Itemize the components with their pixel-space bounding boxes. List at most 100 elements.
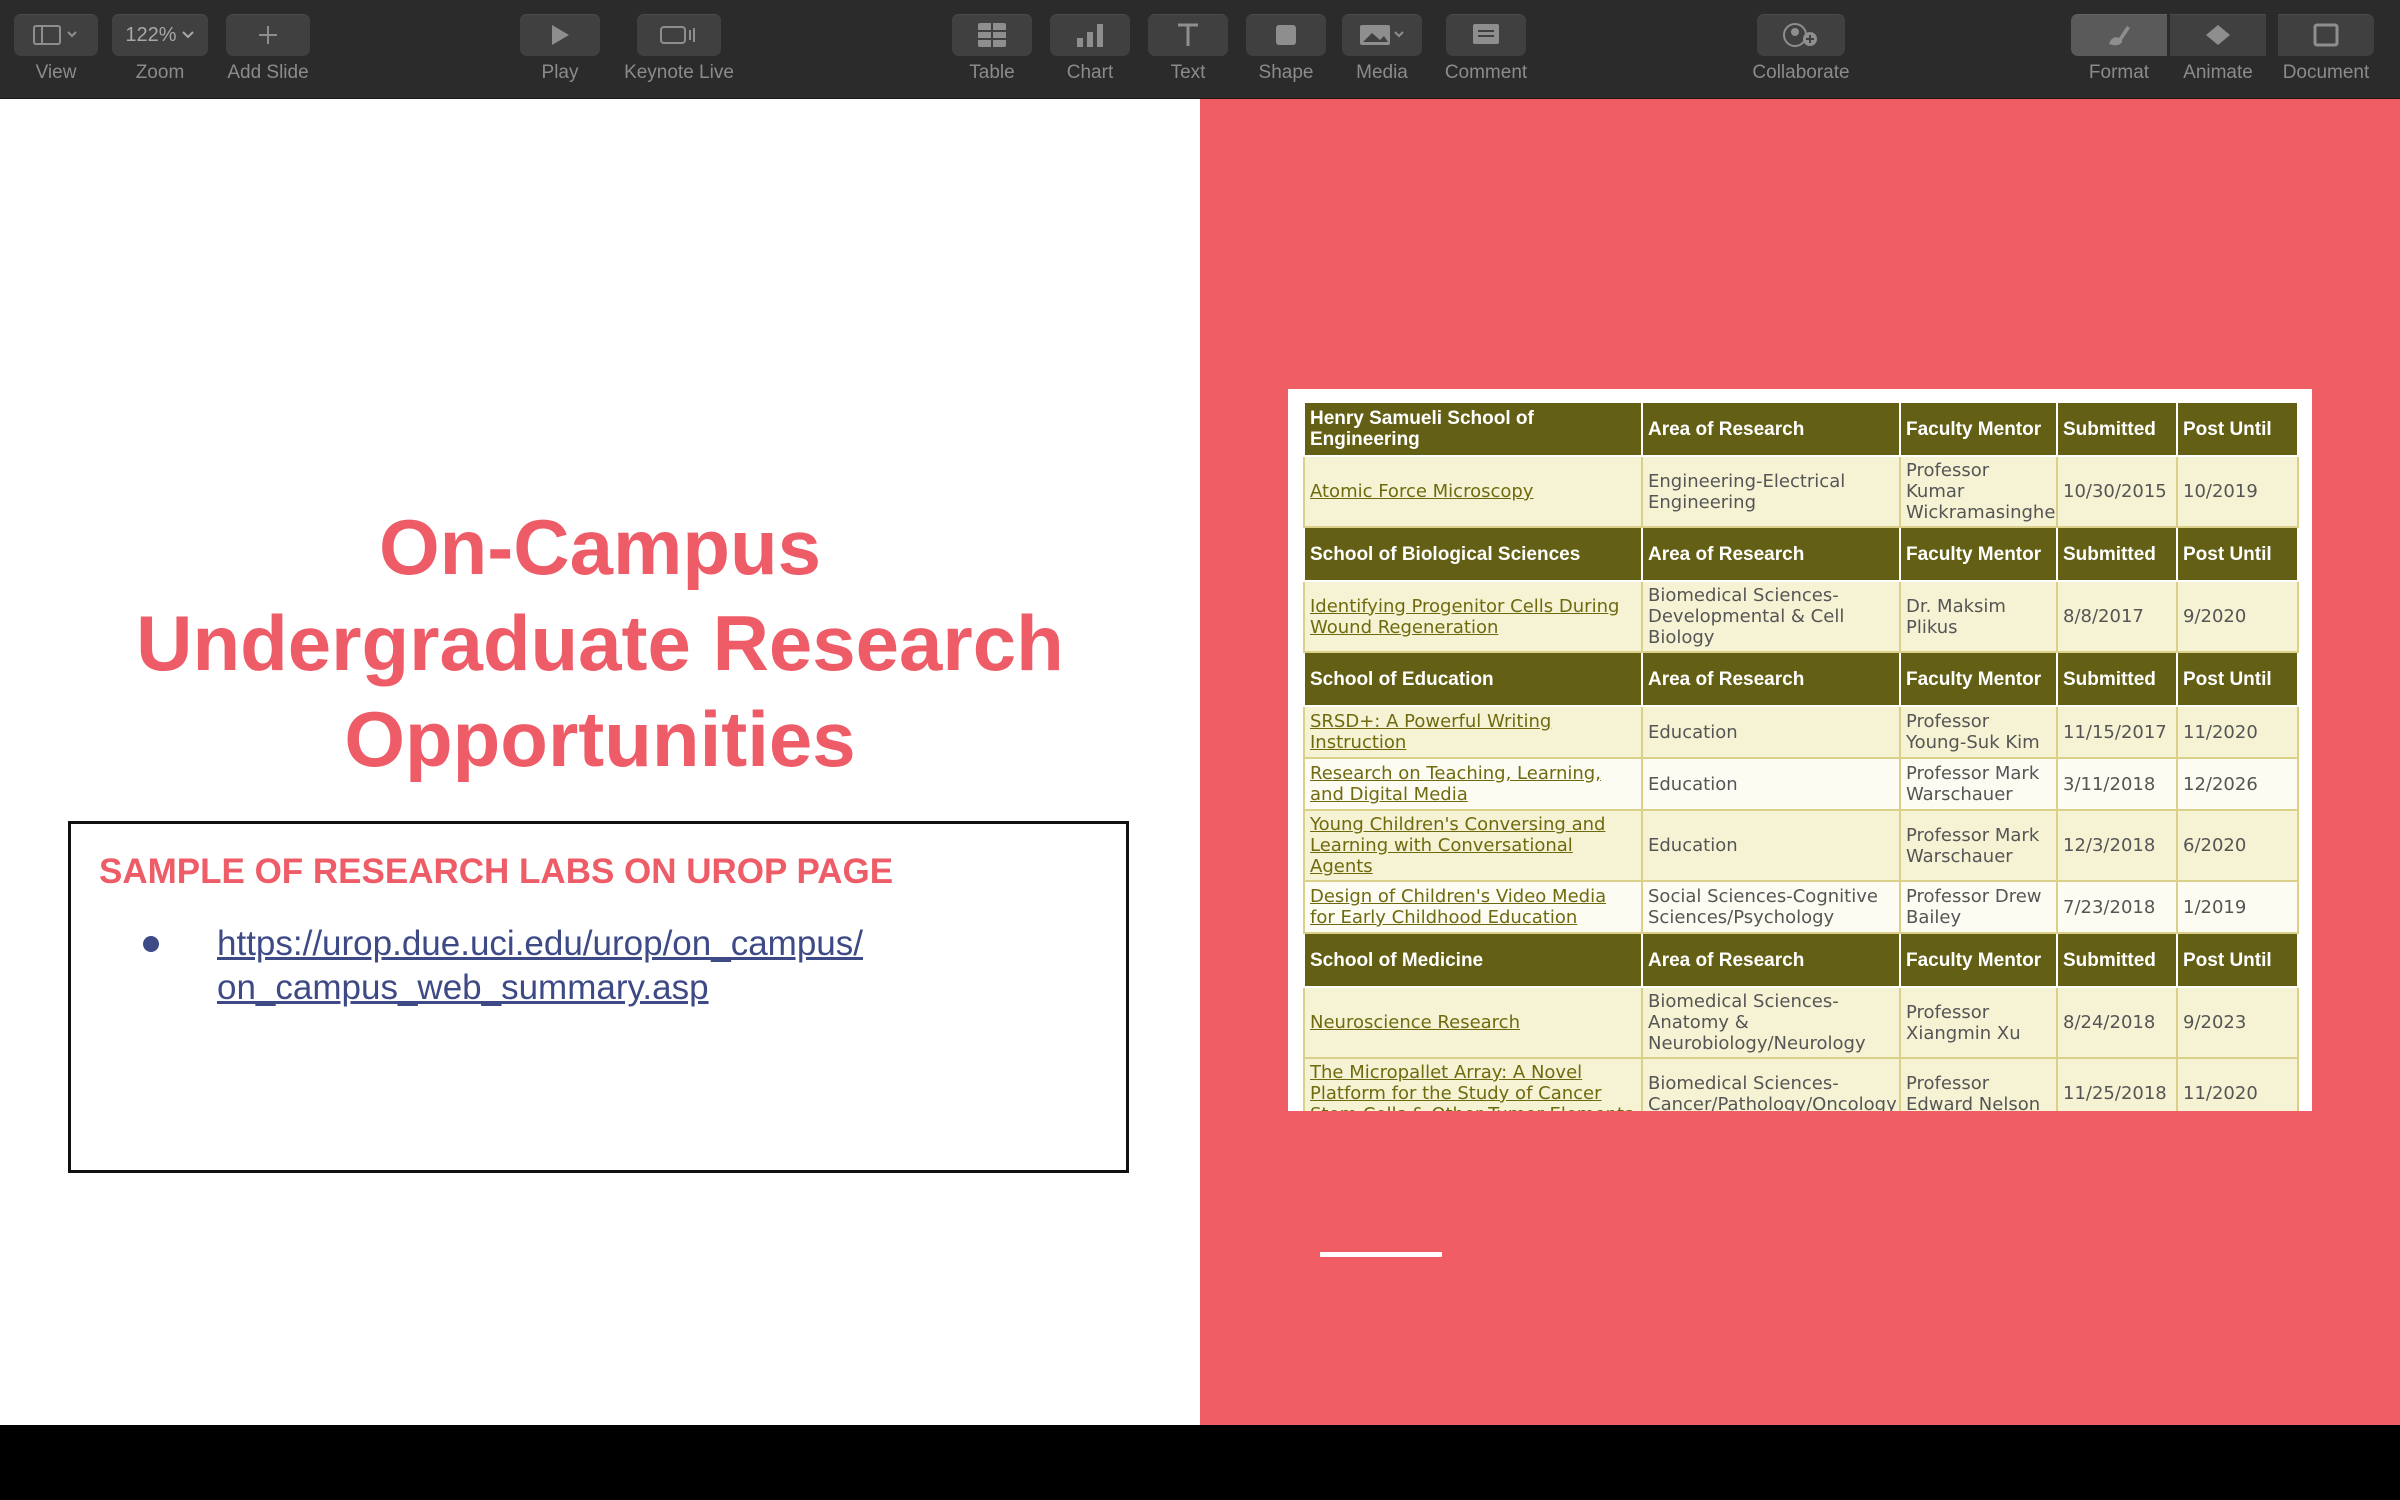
table-row: Research on Teaching, Learning, and Digi…: [1303, 757, 2299, 811]
column-header: Faculty Mentor: [1899, 526, 2058, 582]
chart-button[interactable]: Chart: [1050, 14, 1130, 84]
play-icon: [552, 25, 569, 45]
plus-icon: [259, 26, 277, 44]
keynote-live-label: Keynote Live: [624, 62, 734, 83]
table-row: Young Children's Conversing and Learning…: [1303, 809, 2299, 882]
add-slide-button[interactable]: Add Slide: [222, 14, 314, 84]
slide-title[interactable]: On-Campus Undergraduate Research Opportu…: [60, 499, 1140, 787]
column-header: Submitted: [2056, 526, 2178, 582]
column-header: Faculty Mentor: [1899, 932, 2058, 988]
table-cell-area: Biomedical Sciences-Developmental & Cell…: [1641, 580, 1901, 653]
keynote-live-icon: [660, 26, 695, 44]
shape-icon: [1276, 25, 1296, 45]
table-cell-mentor: Professor Xiangmin Xu: [1899, 986, 2058, 1059]
table-label: Table: [969, 62, 1015, 83]
media-label: Media: [1356, 62, 1408, 83]
shape-button[interactable]: Shape: [1246, 14, 1326, 84]
text-icon: [1178, 23, 1198, 46]
table-cell-mentor: Professor Drew Bailey: [1899, 880, 2058, 934]
play-label: Play: [541, 62, 579, 83]
table-row: Neuroscience Research Biomedical Sciences…: [1303, 986, 2299, 1059]
table-cell-submitted: 7/23/2018: [2056, 880, 2178, 934]
project-link[interactable]: Young Children's Conversing and Learning…: [1303, 809, 1643, 882]
project-link[interactable]: The Micropallet Array: A Novel Platform …: [1303, 1057, 1643, 1111]
table-cell-area: Social Sciences-Cognitive Sciences/Psych…: [1641, 880, 1901, 934]
view-label: View: [35, 62, 77, 83]
table-cell-mentor: Professor Mark Warschauer: [1899, 809, 2058, 882]
document-icon: [2313, 23, 2339, 47]
column-header: Area of Research: [1641, 401, 1901, 457]
school-name: School of Biological Sciences: [1303, 526, 1643, 582]
project-link[interactable]: Research on Teaching, Learning, and Digi…: [1303, 757, 1643, 811]
add-slide-label: Add Slide: [227, 62, 309, 83]
format-label: Format: [2088, 62, 2150, 83]
format-button[interactable]: Format: [2068, 14, 2170, 84]
slide-left-panel: On-Campus Undergraduate Research Opportu…: [0, 99, 1200, 1425]
text-button[interactable]: Text: [1148, 14, 1228, 84]
table-cell-post-until: 11/2020: [2176, 705, 2299, 759]
chart-icon: [1077, 24, 1103, 47]
title-line: On-Campus: [378, 503, 822, 591]
table-cell-area: Biomedical Sciences-Cancer/Pathology/Onc…: [1641, 1057, 1901, 1111]
table-image[interactable]: Henry Samueli School of Engineering Area …: [1288, 389, 2312, 1111]
document-button[interactable]: Document: [2266, 14, 2386, 84]
table-cell-post-until: 12/2026: [2176, 757, 2299, 811]
table-cell-area: Education: [1641, 705, 1901, 759]
column-header: Faculty Mentor: [1899, 651, 2058, 707]
shape-label: Shape: [1258, 62, 1314, 83]
column-header: Area of Research: [1641, 932, 1901, 988]
column-header: Area of Research: [1641, 526, 1901, 582]
bottom-bar: [0, 1425, 2400, 1500]
link-line: https://urop.due.uci.edu/urop/on_campus/: [217, 924, 863, 963]
animate-icon: [2206, 25, 2230, 45]
urop-table: Henry Samueli School of Engineering Area …: [1303, 401, 2299, 1111]
sidebar-view-icon: [33, 25, 77, 45]
content-text-box[interactable]: SAMPLE OF RESEARCH LABS ON UROP PAGE htt…: [68, 821, 1129, 1173]
column-header: Post Until: [2176, 932, 2299, 988]
play-button[interactable]: Play: [520, 14, 600, 84]
chart-label: Chart: [1066, 62, 1114, 83]
collaborate-label: Collaborate: [1752, 62, 1850, 83]
project-link[interactable]: Design of Children's Video Media for Ear…: [1303, 880, 1643, 934]
table-cell-post-until: 10/2019: [2176, 455, 2299, 528]
table-cell-area: Education: [1641, 809, 1901, 882]
table-cell-post-until: 9/2023: [2176, 986, 2299, 1059]
zoom-control[interactable]: 122% Zoom: [112, 14, 208, 84]
zoom-label: Zoom: [135, 62, 185, 83]
column-header: Post Until: [2176, 651, 2299, 707]
text-label: Text: [1170, 62, 1206, 83]
collaborate-icon: [1783, 23, 1817, 47]
decorative-line: [1320, 1252, 1442, 1257]
table-cell-area: Education: [1641, 757, 1901, 811]
project-link[interactable]: Identifying Progenitor Cells During Woun…: [1303, 580, 1643, 653]
column-header: Submitted: [2056, 932, 2178, 988]
urop-link[interactable]: https://urop.due.uci.edu/urop/on_campus/…: [217, 922, 863, 1010]
table-cell-submitted: 11/25/2018: [2056, 1057, 2178, 1111]
slide-canvas[interactable]: On-Campus Undergraduate Research Opportu…: [0, 99, 2400, 1425]
media-button[interactable]: Media: [1342, 14, 1422, 84]
comment-button[interactable]: Comment: [1438, 14, 1534, 84]
animate-button[interactable]: Animate: [2170, 14, 2266, 84]
table-section-header: Henry Samueli School of Engineering Area …: [1303, 401, 2299, 457]
table-cell-area: Biomedical Sciences-Anatomy & Neurobiolo…: [1641, 986, 1901, 1059]
table-section-header: School of Education Area of Research Facul…: [1303, 651, 2299, 707]
table-cell-submitted: 10/30/2015: [2056, 455, 2178, 528]
table-cell-mentor: Professor Kumar Wickramasinghe: [1899, 455, 2058, 528]
view-button[interactable]: View: [14, 14, 98, 84]
column-header: Submitted: [2056, 401, 2178, 457]
table-cell-post-until: 1/2019: [2176, 880, 2299, 934]
column-header: Post Until: [2176, 526, 2299, 582]
project-link[interactable]: Neuroscience Research: [1303, 986, 1643, 1059]
project-link[interactable]: SRSD+: A Powerful Writing Instruction: [1303, 705, 1643, 759]
box-heading: SAMPLE OF RESEARCH LABS ON UROP PAGE: [99, 852, 894, 891]
table-button[interactable]: Table: [952, 14, 1032, 84]
collaborate-button[interactable]: Collaborate: [1740, 14, 1862, 84]
bullet-icon: [143, 936, 159, 952]
project-link[interactable]: Atomic Force Microscopy: [1303, 455, 1643, 528]
table-cell-submitted: 8/8/2017: [2056, 580, 2178, 653]
keynote-live-button[interactable]: Keynote Live: [614, 14, 744, 84]
title-line: Undergraduate Research: [136, 599, 1064, 687]
table-cell-post-until: 9/2020: [2176, 580, 2299, 653]
column-header: Area of Research: [1641, 651, 1901, 707]
school-name: Henry Samueli School of Engineering: [1303, 401, 1643, 457]
